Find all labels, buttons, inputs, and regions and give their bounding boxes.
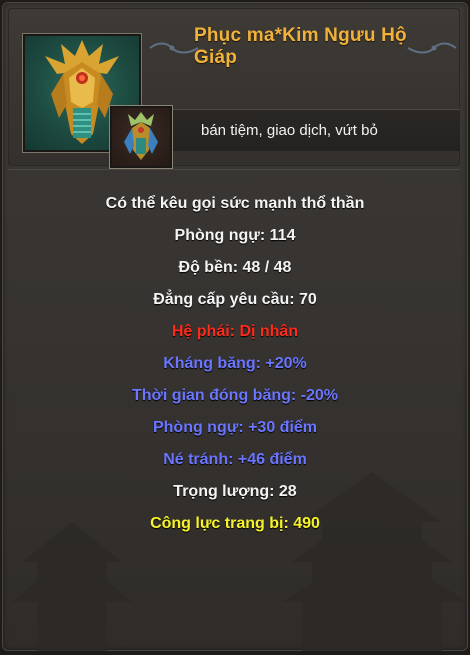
stat-line: Độ bền: 48 / 48 bbox=[178, 259, 292, 276]
stat-line: Thời gian đóng băng: -20% bbox=[131, 387, 339, 404]
stat-line: Công lực trang bị: 490 bbox=[150, 515, 320, 532]
title-row: Phục ma*Kim Ngưu Hộ Giáp bbox=[148, 25, 460, 68]
stat-line: Kháng băng: +20% bbox=[163, 355, 307, 372]
header-divider bbox=[8, 169, 460, 170]
left-ornament-icon bbox=[149, 42, 199, 54]
stat-line: Phòng ngự: +30 điểm bbox=[152, 419, 318, 436]
stat-line: Đẳng cấp yêu cầu: 70 bbox=[153, 291, 317, 308]
stat-line: Có thể kêu gọi sức mạnh thổ thần bbox=[105, 195, 365, 212]
stat-line: Hệ phái: Dị nhân bbox=[171, 323, 299, 340]
item-tooltip-panel: Phục ma*Kim Ngưu Hộ Giáp bán tiệm, giao … bbox=[2, 2, 468, 651]
item-stats-list: Có thể kêu gọi sức mạnh thổ thần Phòng n… bbox=[2, 188, 468, 540]
armor-thumbnail-icon bbox=[109, 105, 173, 169]
actions-note-text: bán tiệm, giao dịch, vứt bỏ bbox=[201, 122, 378, 139]
item-header: Phục ma*Kim Ngưu Hộ Giáp bán tiệm, giao … bbox=[8, 8, 460, 169]
stat-line: Phòng ngự: 114 bbox=[174, 227, 296, 244]
right-ornament-icon bbox=[407, 42, 457, 54]
stat-line: Trọng lượng: 28 bbox=[173, 483, 297, 500]
stat-line: Né tránh: +46 điểm bbox=[163, 451, 307, 468]
item-actions-note: bán tiệm, giao dịch, vứt bỏ bbox=[173, 109, 460, 151]
